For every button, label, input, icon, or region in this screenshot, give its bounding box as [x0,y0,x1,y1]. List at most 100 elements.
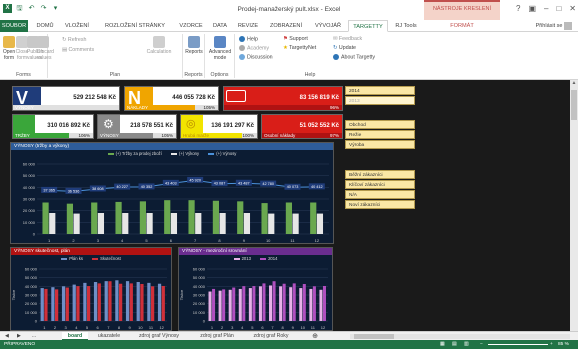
tab-developer[interactable]: VÝVOJÁŘ [310,20,346,32]
bar [188,200,195,234]
kpi-card-sales: 310 016 892 Kč TRŽBY 106% [12,114,94,139]
data-label: 43 487 [238,181,250,185]
x-tick-label: 2 [72,238,75,243]
slicer-customer-novi[interactable]: Noví zákazníci [345,200,415,209]
zoom-slider[interactable] [488,344,548,345]
hscroll-thumb[interactable] [354,334,394,339]
bar [55,289,59,321]
group-label-options: Options [210,72,229,78]
tab-review[interactable]: REVIZE [234,20,262,32]
ribbon-tabs: SOUBOR DOMŮ VLOŽENÍ ROZLOŽENÍ STRÁNKY VZ… [0,20,578,32]
reports-button[interactable]: Reports [184,36,204,55]
group-plan: ↻ Refresh ▤ Comments Calculation Plan [48,34,183,78]
chart-actual-vs-plan[interactable]: VÝNOSY skutečnost, plán Plán ks Skutečno… [10,247,172,331]
horizontal-scrollbar[interactable] [350,334,570,339]
bar [125,281,130,321]
tab-formulas[interactable]: VZORCE [176,20,206,32]
sign-in-link[interactable]: Přihlásit se [536,20,572,32]
x-tick-label: 10 [266,238,271,243]
status-ready: PŘIPRAVENO [4,342,36,347]
bar [91,202,98,234]
tab-file[interactable]: SOUBOR [0,20,28,32]
bar [218,290,222,321]
chart-revenue-main[interactable]: VÝNOSY (tržby a výkony) (+) Tržby za pro… [10,142,334,244]
chart-year-comparison[interactable]: VÝNOSY - meziroční srovnání 2013 2014 01… [178,247,333,331]
bar [269,285,273,321]
y-tick-label: 40 000 [23,185,36,190]
help-button[interactable]: Help [239,36,258,42]
slicer-customer-na[interactable]: N/A [345,190,415,199]
x-tick-label: 8 [118,325,121,330]
coins-icon: ◎ [186,118,196,130]
tab-page-layout[interactable]: ROZLOŽENÍ STRÁNKY [96,20,174,32]
bar [122,213,129,234]
close-icon[interactable]: ✕ [569,4,576,13]
tab-view[interactable]: ZOBRAZENÍ [264,20,308,32]
tab-format[interactable]: FORMÁT [424,20,500,32]
support-button[interactable]: ⚑ Support [283,36,308,42]
y-tick-label: 10 000 [25,310,38,315]
slicer-year-2013[interactable]: 2013 [345,96,415,105]
tab-rj-tools[interactable]: RJ Tools [390,20,422,32]
chart-title: VÝNOSY - meziroční srovnání [179,248,332,255]
bar [262,283,266,321]
help-icon[interactable]: ? [516,4,520,13]
slicer-section-obchod[interactable]: Obchod [345,120,415,129]
page-layout-view-icon[interactable]: ▤ [452,340,457,349]
kpi-label: VÝNOSY [15,105,34,110]
series-line [49,179,317,192]
tab-data[interactable]: DATA [208,20,232,32]
chart-title: VÝNOSY skutečnost, plán [11,248,171,255]
chart-plot-right: 010 00020 00030 00040 00050 00060 0001 2 3… [179,267,328,330]
bar [129,283,133,321]
update-button[interactable]: ↻ Update [333,45,356,51]
x-tick-label: 11 [290,238,295,243]
group-reports: Reports Reports [183,34,205,78]
feedback-button[interactable]: ✉ Feedback [333,36,362,42]
discussion-button[interactable]: Discussion [239,54,273,60]
bar [51,287,55,321]
slicer-section-vyroba[interactable]: Výroba [345,140,415,149]
slicer-year-2014[interactable]: 2014 [345,86,415,95]
x-tick-label: 7 [194,238,197,243]
normal-view-icon[interactable]: ▦ [440,340,445,349]
tab-home[interactable]: DOMŮ [32,20,58,32]
maximize-icon[interactable]: □ [556,4,561,13]
comments-button[interactable]: ▤ Comments [62,47,94,53]
zoom-in-icon[interactable]: + [550,340,553,349]
group-label-help: Help [304,72,316,78]
tab-insert[interactable]: VLOŽENÍ [60,20,94,32]
refresh-button[interactable]: ↻ Refresh [62,37,86,43]
vertical-scrollbar[interactable]: ▲ [570,80,578,331]
x-tick-label: 11 [311,325,316,330]
y-tick-label: 20 000 [193,301,206,306]
bar [243,213,251,234]
slicer-customer-klicovi[interactable]: Klíčoví zákazníci [345,180,415,189]
scroll-thumb[interactable] [571,90,577,120]
bar [272,281,276,321]
minimize-icon[interactable]: – [544,4,548,13]
calculation-button[interactable]: Calculation [144,36,174,55]
advanced-mode-button[interactable]: Advanced mode [206,36,234,61]
group-label-plan: Plan [109,72,121,78]
worksheet-dashboard[interactable]: V 529 212 548 Kč VÝNOSY N 446 055 728 Kč… [0,80,570,331]
open-form-button[interactable]: Open form [2,36,16,61]
y-tick-label: 60 000 [25,267,38,272]
targettynet-button[interactable]: ★ TargettyNet [283,45,316,51]
tab-targetty[interactable]: TARGETTY [348,20,388,32]
x-tick-label: 1 [211,325,214,330]
bar [208,291,212,321]
slicer-section-rezie[interactable]: Režie [345,130,415,139]
page-break-view-icon[interactable]: ▥ [464,340,469,349]
ribbon-options-icon[interactable]: ▣ [528,4,536,13]
bar [238,288,242,321]
bar [282,283,286,321]
slicer-customer-bezni[interactable]: Běžní zákazníci [345,170,415,179]
academy-button[interactable]: Academy [239,45,269,51]
scroll-up-icon[interactable]: ▲ [570,80,578,86]
window-controls: ? ▣ – □ ✕ [516,4,576,13]
kpi-card-costs: N 446 055 728 Kč NÁKLADY 105% [124,86,219,111]
zoom-out-icon[interactable]: − [480,340,483,349]
about-targetty-button[interactable]: About Targetty [333,54,375,60]
status-bar: PŘIPRAVENO ▦ ▤ ▥ − + 85 % [0,340,578,349]
